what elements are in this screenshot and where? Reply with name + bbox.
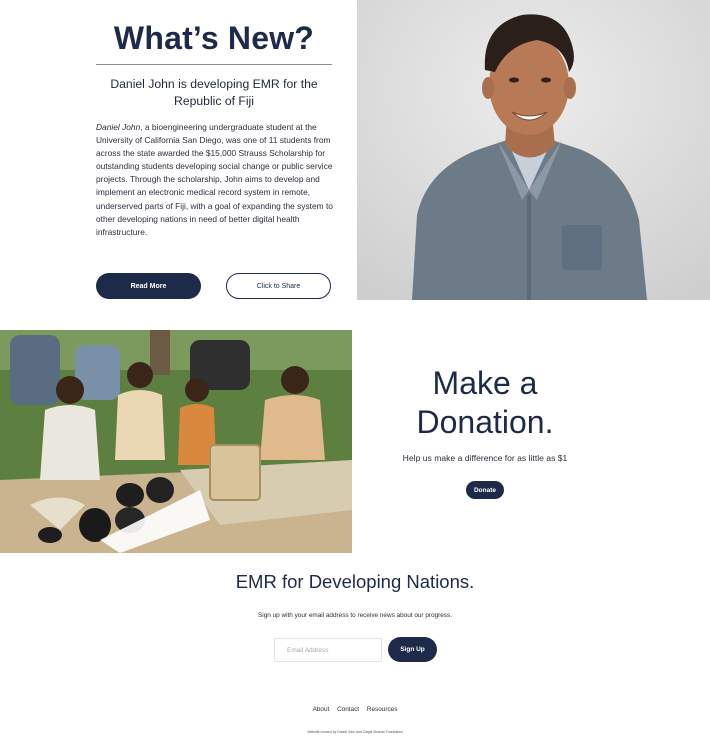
title-divider [96,64,332,65]
newsletter-subtitle: Sign up with your email address to recei… [258,612,452,619]
sign-up-button[interactable]: Sign Up [388,637,437,662]
community-illustration [0,330,352,553]
footer-nav: About Contact Resources [0,706,710,713]
portrait-illustration [357,0,710,300]
donation-title-line2: Donation. [416,404,554,440]
news-title: What’s New? [113,20,315,56]
donation-title-line1: Make a [432,365,538,401]
donation-subtitle: Help us make a difference for as little … [402,453,568,463]
portrait-photo [357,0,710,300]
share-button[interactable]: Click to Share [226,273,331,299]
news-section: What’s New? Daniel John is developing EM… [0,0,710,300]
news-subhead: Daniel John is developing EMR for the Re… [110,77,318,108]
news-body: Daniel John, a bioengineering undergradu… [96,121,336,239]
email-field[interactable] [274,638,382,662]
footer-link-contact[interactable]: Contact [337,706,359,713]
community-photo [0,330,352,553]
news-body-name: Daniel John [96,122,141,132]
read-more-button[interactable]: Read More [96,273,201,299]
footer-link-resources[interactable]: Resources [367,706,398,713]
donate-button[interactable]: Donate [466,481,504,499]
footer-link-about[interactable]: About [313,706,330,713]
news-body-text: , a bioengineering undergraduate student… [96,122,333,237]
newsletter-title: EMR for Developing Nations. [235,571,475,592]
footer-fine-print: Website created by Daniel John and Cargi… [307,730,403,734]
donation-title: Make a Donation. [400,364,570,442]
